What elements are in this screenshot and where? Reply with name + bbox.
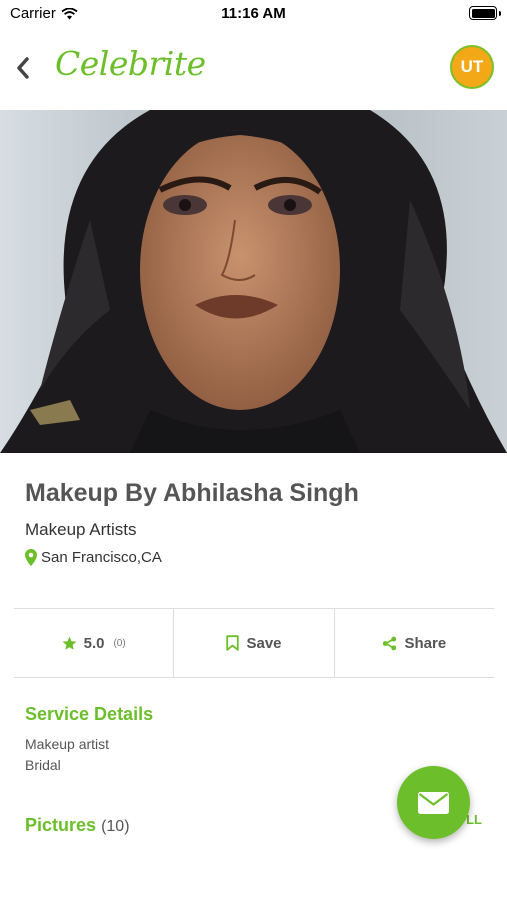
app-logo[interactable]: Celebrite [55, 44, 206, 83]
location-pin-icon [25, 549, 37, 566]
rating-value: 5.0 [83, 634, 105, 652]
share-icon [383, 636, 397, 650]
rating-count: (0) [113, 637, 126, 649]
battery-icon [469, 6, 501, 20]
location-label: San Francisco,CA [41, 549, 162, 566]
pictures-count: (10) [101, 818, 130, 835]
profile-location: San Francisco,CA [25, 549, 162, 566]
view-all-link[interactable]: LL [466, 812, 482, 827]
rating-button[interactable]: 5.0 (0) [14, 609, 173, 677]
back-button[interactable] [10, 52, 36, 84]
status-time: 11:16 AM [221, 5, 286, 22]
profile-category: Makeup Artists [25, 520, 137, 539]
chevron-left-icon [17, 57, 29, 79]
save-label: Save [246, 634, 282, 652]
service-item: Bridal [25, 757, 61, 773]
portrait-image [0, 110, 507, 453]
star-icon [62, 636, 76, 650]
envelope-icon [418, 791, 449, 814]
service-item: Makeup artist [25, 736, 110, 752]
profile-name: Makeup By Abhilasha Singh [25, 479, 359, 507]
nav-bar: Celebrite UT [0, 28, 507, 110]
share-label: Share [404, 634, 447, 652]
profile-photo [0, 110, 507, 453]
user-avatar[interactable]: UT [450, 45, 494, 89]
service-details-title: Service Details [25, 704, 154, 724]
bookmark-icon [226, 635, 240, 651]
save-button[interactable]: Save [173, 609, 333, 677]
status-bar: Carrier 11:16 AM [0, 0, 507, 28]
pictures-title: Pictures (10) [25, 815, 130, 836]
message-fab[interactable] [397, 766, 470, 839]
pictures-label: Pictures [25, 815, 97, 835]
action-row: 5.0 (0) Save Share [14, 608, 494, 678]
share-button[interactable]: Share [333, 609, 494, 677]
